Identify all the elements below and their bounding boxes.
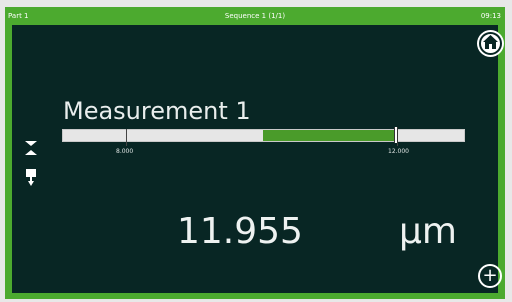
home-icon: [483, 35, 498, 49]
measurement-panel: Measurement 1 8.000 12.000 11.955 µm +: [12, 25, 504, 293]
home-button[interactable]: [477, 30, 504, 57]
lower-limit-label: 8.000: [116, 148, 134, 155]
sequence-label: Sequence 1 (1/1): [224, 12, 286, 20]
status-bar: Part 1 Sequence 1 (1/1) 09:13: [5, 7, 505, 25]
app-frame: Part 1 Sequence 1 (1/1) 09:13 Measuremen…: [5, 7, 505, 299]
plus-icon[interactable]: +: [478, 264, 502, 288]
collapse-expand-icon[interactable]: [25, 141, 37, 155]
current-value-marker: [394, 127, 398, 143]
tolerance-bar: [62, 129, 465, 142]
measurement-unit: µm: [399, 211, 457, 252]
measurement-value: 11.955: [177, 211, 303, 252]
upper-limit-label: 12.000: [388, 148, 409, 155]
tolerance-fill: [263, 130, 397, 141]
measurement-title: Measurement 1: [63, 97, 251, 125]
probe-icon[interactable]: [25, 169, 37, 186]
clock: 09:13: [480, 12, 501, 20]
lower-limit-tick: [126, 129, 127, 146]
